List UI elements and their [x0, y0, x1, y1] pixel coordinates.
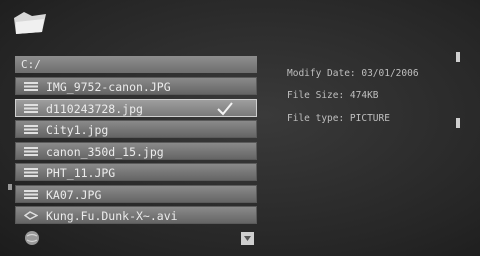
media-browser-screen: C:/ IMG_9752-canon.JPG d110243728.jpg Ci…: [0, 0, 480, 256]
modify-date: Modify Date: 03/01/2006: [287, 68, 419, 79]
file-name: Kung.Fu.Dunk-X~.avi: [46, 209, 178, 223]
image-file-icon: [24, 146, 38, 156]
image-file-icon: [24, 125, 38, 134]
file-size: File Size: 474KB: [287, 90, 379, 101]
file-row[interactable]: IMG_9752-canon.JPG: [15, 77, 257, 95]
file-row[interactable]: City1.jpg: [15, 120, 257, 138]
folder-icon[interactable]: [12, 10, 48, 36]
file-name: canon_350d_15.jpg: [46, 144, 164, 159]
file-name: d110243728.jpg: [46, 101, 143, 116]
scroll-indicator-top: [456, 52, 460, 62]
page-down-icon[interactable]: [241, 232, 254, 245]
image-file-icon: [24, 189, 38, 199]
scroll-indicator: [456, 118, 460, 128]
image-file-icon: [24, 103, 38, 113]
image-file-icon: [24, 82, 38, 91]
file-row[interactable]: KA07.JPG: [15, 184, 257, 203]
file-row[interactable]: Kung.Fu.Dunk-X~.avi: [15, 206, 257, 224]
file-name: PHT_11.JPG: [46, 166, 116, 180]
file-name: IMG_9752-canon.JPG: [46, 80, 171, 94]
current-path: C:/: [15, 56, 257, 73]
file-name: City1.jpg: [46, 123, 109, 137]
video-file-icon: [24, 211, 38, 220]
side-indicator: [8, 184, 12, 190]
file-type: File type: PICTURE: [287, 113, 390, 124]
file-row[interactable]: PHT_11.JPG: [15, 163, 257, 181]
file-row-selected[interactable]: d110243728.jpg: [15, 98, 257, 117]
image-file-icon: [24, 168, 38, 177]
file-name: KA07.JPG: [46, 187, 102, 202]
globe-icon[interactable]: [24, 230, 40, 246]
checkmark-icon: [217, 101, 233, 115]
file-list: IMG_9752-canon.JPG d110243728.jpg City1.…: [15, 77, 257, 228]
file-row[interactable]: canon_350d_15.jpg: [15, 141, 257, 160]
